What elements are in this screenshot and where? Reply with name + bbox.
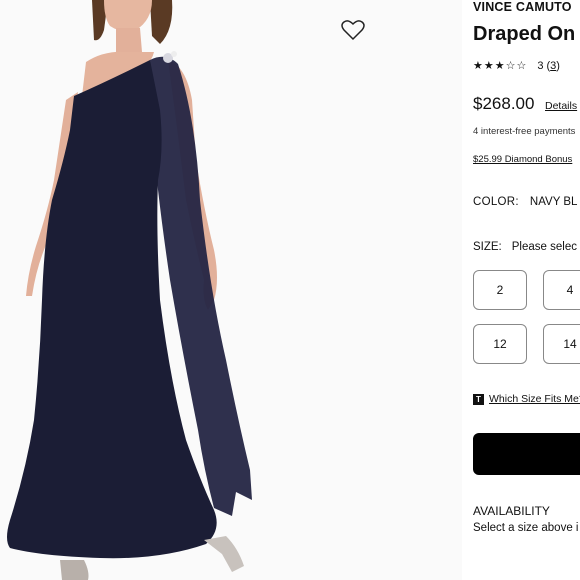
installment-text: 4 interest-free payments [473,126,576,137]
review-count[interactable]: 3 (3) [537,60,560,72]
color-selector: COLOR: NAVY BL [473,196,577,208]
product-image[interactable] [0,0,462,580]
size-prompt: Please selec [511,241,577,253]
add-to-bag-button[interactable] [473,433,580,475]
heart-icon[interactable] [341,19,365,41]
t-badge-icon: T [473,393,484,405]
size-option-2[interactable]: 2 [473,270,527,310]
details-link[interactable]: Details [545,100,577,112]
star-rating-icon: ★★★☆☆ [473,60,528,72]
color-value: NAVY BL [529,196,578,208]
product-title: Draped On [473,23,576,45]
product-info-panel: VINCE CAMUTO Draped On ★★★☆☆ 3 (3) $268.… [473,0,580,580]
size-label: SIZE: [473,241,502,253]
price: $268.00 [473,94,535,113]
size-option-12[interactable]: 12 [473,324,527,364]
availability-text: Select a size above i [473,522,579,534]
size-selector-label: SIZE: Please selec [473,241,577,253]
review-count-link[interactable]: 3 [550,60,556,72]
size-option-4[interactable]: 4 [543,270,580,310]
size-fit-finder[interactable]: T Which Size Fits Me? [473,393,580,405]
color-label: COLOR: [473,196,519,208]
brand-name[interactable]: VINCE CAMUTO [473,0,572,14]
rating-summary[interactable]: ★★★☆☆ 3 (3) [473,59,560,73]
availability-label: AVAILABILITY [473,504,550,518]
bonus-link[interactable]: $25.99 Diamond Bonus [473,154,572,165]
size-option-14[interactable]: 14 [543,324,580,364]
dress-photo [7,0,252,580]
which-size-fits-link[interactable]: Which Size Fits Me? [489,393,580,405]
